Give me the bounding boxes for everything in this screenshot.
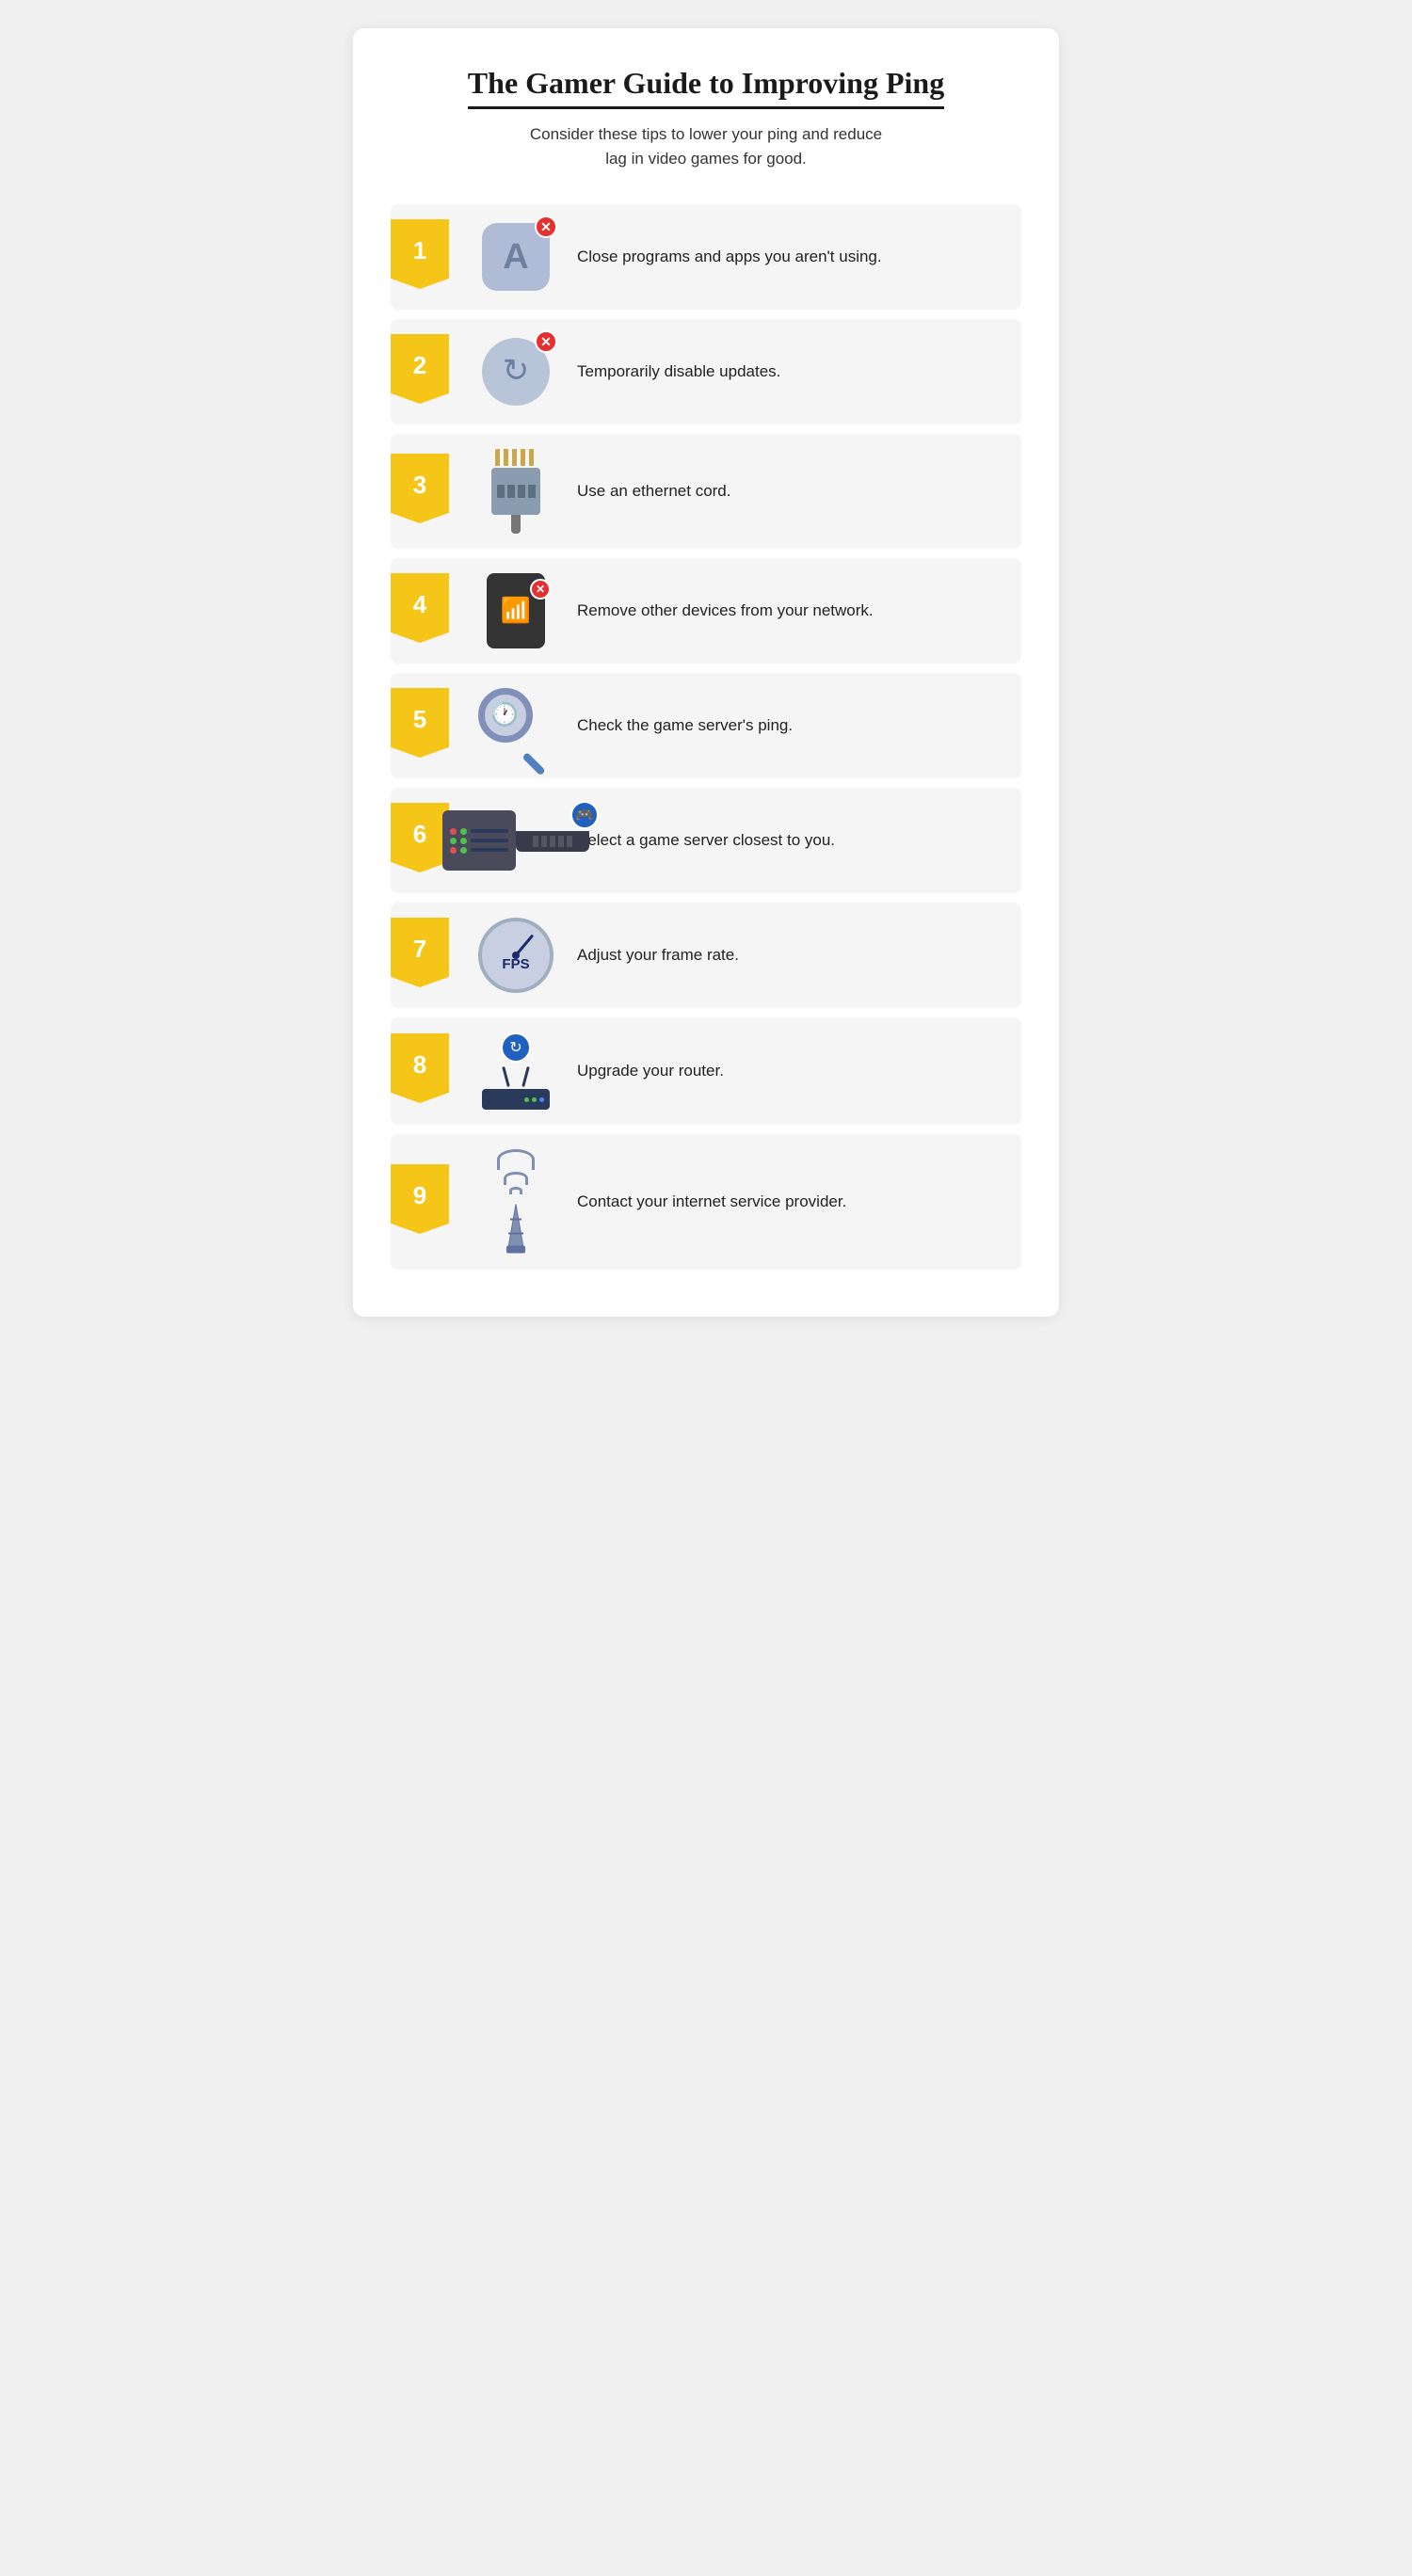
router-upgrade-icon: ↻ <box>482 1032 550 1110</box>
fps-meter-icon: FPS <box>478 918 554 993</box>
router-body <box>482 1089 550 1110</box>
ping-check-icon: 🕐 <box>478 688 554 763</box>
tip-icon-8: ↻ <box>464 1032 568 1110</box>
tip-flag-6: 6 <box>391 803 449 872</box>
red-x-badge-1: ✕ <box>535 216 557 238</box>
tips-list: 1 A ✕ Close programs and apps you aren't… <box>391 204 1021 1270</box>
server-select-icon: 🎮 <box>442 810 589 871</box>
tip-text-9: Contact your internet service provider. <box>568 1191 846 1213</box>
tip-number-wrap-2: 2 <box>391 334 455 409</box>
tower-svg <box>488 1198 544 1255</box>
tip-item-1: 1 A ✕ Close programs and apps you aren't… <box>391 204 1021 310</box>
tip-number-1: 1 <box>413 236 426 273</box>
magnifier-handle <box>521 752 545 776</box>
ethernet-body <box>491 468 540 515</box>
ethernet-pins <box>495 449 537 466</box>
tip-icon-5: 🕐 <box>464 688 568 763</box>
tip-flag-9: 9 <box>391 1164 449 1234</box>
tip-number-wrap-8: 8 <box>391 1033 455 1109</box>
server-body <box>442 810 516 871</box>
tip-item-4: 4 📶 ✕ Remove other devices from your net… <box>391 558 1021 664</box>
tip-text-2: Temporarily disable updates. <box>568 360 780 383</box>
tip-icon-6: 🎮 <box>464 810 568 871</box>
tip-text-6: Select a game server closest to you. <box>568 829 835 852</box>
tip-text-7: Adjust your frame rate. <box>568 944 739 967</box>
ethernet-icon <box>491 449 540 534</box>
server-bottom <box>516 831 589 852</box>
tip-item-5: 5 🕐 Check the game server's ping. <box>391 673 1021 778</box>
tip-item-7: 7 FPS Adjust your frame rate. <box>391 903 1021 1008</box>
tip-number-4: 4 <box>413 590 426 627</box>
tip-item-2: 2 ↻ ✕ Temporarily disable updates. <box>391 319 1021 424</box>
tip-flag-2: 2 <box>391 334 449 404</box>
gamepad-badge: 🎮 <box>570 801 599 829</box>
tip-icon-7: FPS <box>464 918 568 993</box>
tip-icon-9 <box>464 1149 568 1255</box>
tip-text-3: Use an ethernet cord. <box>568 480 730 503</box>
page-title: The Gamer Guide to Improving Ping <box>468 66 944 109</box>
tip-flag-3: 3 <box>391 454 449 523</box>
tip-flag-1: 1 <box>391 219 449 289</box>
tip-icon-2: ↻ ✕ <box>464 338 568 406</box>
tip-flag-4: 4 <box>391 573 449 643</box>
magnifier-ring <box>478 688 533 743</box>
tip-number-8: 8 <box>413 1050 426 1087</box>
header: The Gamer Guide to Improving Ping Consid… <box>391 66 1021 170</box>
tip-number-9: 9 <box>413 1181 426 1218</box>
tip-item-3: 3 Use an etherne <box>391 434 1021 549</box>
tip-flag-5: 5 <box>391 688 449 758</box>
tip-flag-7: 7 <box>391 918 449 987</box>
tip-item-8: 8 ↻ Upgrade your router. <box>391 1017 1021 1125</box>
device-remove-icon: 📶 ✕ <box>487 573 545 648</box>
tip-text-5: Check the game server's ping. <box>568 714 793 737</box>
tip-number-wrap-1: 1 <box>391 219 455 295</box>
tip-text-1: Close programs and apps you aren't using… <box>568 246 882 268</box>
tip-item-6: 6 <box>391 788 1021 893</box>
tip-text-4: Remove other devices from your network. <box>568 600 874 622</box>
tip-item-9: 9 Contact y <box>391 1134 1021 1270</box>
app-icon: A ✕ <box>482 223 550 291</box>
router-refresh-badge: ↻ <box>501 1032 531 1063</box>
update-disable-icon: ↻ ✕ <box>482 338 550 406</box>
tip-number-wrap-5: 5 <box>391 688 455 763</box>
phone-icon: 📶 ✕ <box>487 573 545 648</box>
update-circle: ↻ ✕ <box>482 338 550 406</box>
tip-number-5: 5 <box>413 705 426 742</box>
tip-number-2: 2 <box>413 351 426 388</box>
tip-number-wrap-7: 7 <box>391 918 455 993</box>
fps-label: FPS <box>502 956 529 972</box>
tip-number-6: 6 <box>413 820 426 856</box>
isp-tower-icon <box>488 1149 544 1255</box>
tip-number-3: 3 <box>413 471 426 507</box>
main-card: The Gamer Guide to Improving Ping Consid… <box>353 28 1059 1317</box>
ethernet-cable <box>511 515 521 534</box>
tip-number-wrap-9: 9 <box>391 1164 455 1240</box>
tip-number-wrap-4: 4 <box>391 573 455 648</box>
tip-number-7: 7 <box>413 935 426 971</box>
tip-icon-3 <box>464 449 568 534</box>
red-x-badge-2: ✕ <box>535 330 557 353</box>
tip-icon-4: 📶 ✕ <box>464 573 568 648</box>
app-close-icon: A ✕ <box>482 223 550 291</box>
tip-flag-8: 8 <box>391 1033 449 1103</box>
page-subtitle: Consider these tips to lower your ping a… <box>391 122 1021 170</box>
tip-icon-1: A ✕ <box>464 223 568 291</box>
phone-red-x: ✕ <box>530 579 551 600</box>
tip-text-8: Upgrade your router. <box>568 1060 724 1082</box>
tip-number-wrap-3: 3 <box>391 454 455 529</box>
